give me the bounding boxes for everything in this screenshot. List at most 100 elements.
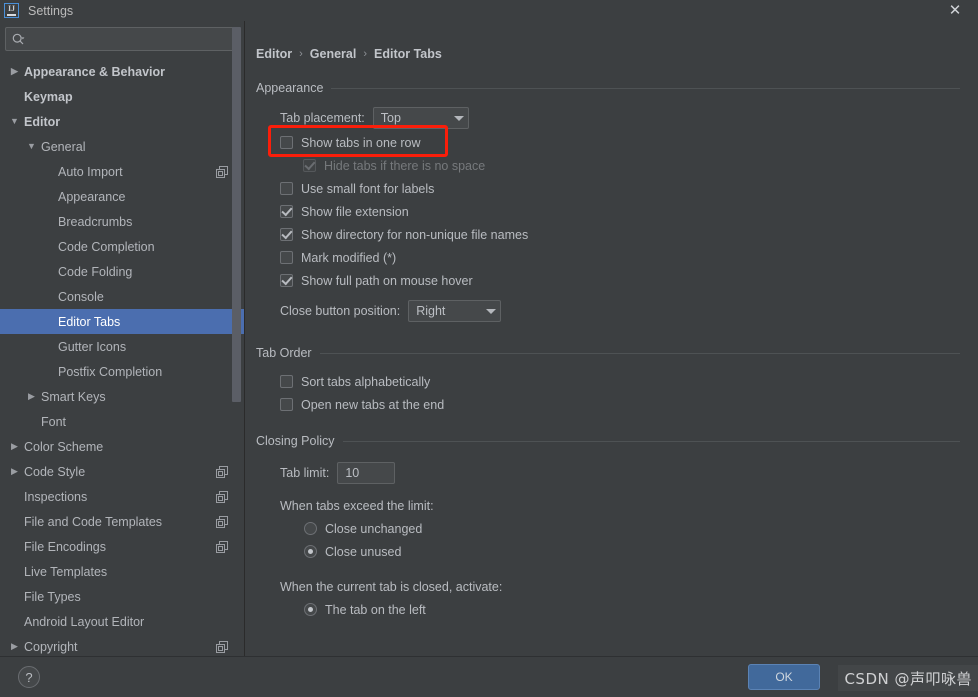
chevron-right-icon[interactable]: ▶ xyxy=(9,466,20,477)
checkbox-mark-modified-label: Mark modified (*) xyxy=(301,250,397,265)
chevron-down-icon[interactable]: ▼ xyxy=(26,141,37,152)
appearance-checkbox-list: Show tabs in one row Hide tabs if there i… xyxy=(256,131,960,292)
checkbox-icon[interactable] xyxy=(280,136,293,149)
checkbox-sort-tabs-alphabetically-row[interactable]: Sort tabs alphabetically xyxy=(280,370,960,393)
radio-icon[interactable] xyxy=(304,603,317,616)
chevron-right-icon[interactable]: ▶ xyxy=(9,641,20,652)
sidebar-item-appearance[interactable]: ▶Appearance xyxy=(0,184,244,209)
intellij-idea-logo-icon: IJ xyxy=(4,3,19,18)
sidebar-item-code-style[interactable]: ▶ Code Style xyxy=(0,459,244,484)
checkbox-mark-modified-row[interactable]: Mark modified (*) xyxy=(280,246,960,269)
watermark: CSDN @声叩咏兽 xyxy=(838,665,978,691)
sidebar-item-breadcrumbs[interactable]: ▶Breadcrumbs xyxy=(0,209,244,234)
radio-the-tab-on-the-left-row[interactable]: The tab on the left xyxy=(304,598,960,621)
dialog-footer: ? OK CSDN @声叩咏兽 xyxy=(0,656,978,697)
sidebar-item-inspections[interactable]: ▶Inspections xyxy=(0,484,244,509)
section-closing-policy-header: Closing Policy xyxy=(256,434,960,448)
chevron-down-icon xyxy=(453,115,464,121)
sidebar-item-code-folding[interactable]: ▶Code Folding xyxy=(0,259,244,284)
exceed-limit-radio-group: Close unchanged Close unused xyxy=(256,517,960,563)
divider xyxy=(331,87,960,89)
sidebar-item-editor-tabs[interactable]: ▶Editor Tabs xyxy=(0,309,244,334)
sidebar-item-file-and-code-templates[interactable]: ▶File and Code Templates xyxy=(0,509,244,534)
sidebar-item-postfix-completion[interactable]: ▶Postfix Completion xyxy=(0,359,244,384)
radio-close-unchanged-row[interactable]: Close unchanged xyxy=(304,517,960,540)
sidebar-scrollbar-thumb[interactable] xyxy=(232,27,241,402)
chevron-down-icon xyxy=(486,308,497,314)
checkbox-show-tabs-in-one-row-row[interactable]: Show tabs in one row xyxy=(280,131,960,154)
settings-content: Editor › General › Editor Tabs Appearance Ta… xyxy=(245,21,978,656)
sidebar-item-auto-import[interactable]: ▶Auto Import xyxy=(0,159,244,184)
tab-limit-input[interactable]: 10 xyxy=(337,462,396,484)
tab-placement-row: Tab placement: Top xyxy=(280,105,960,131)
checkbox-show-full-path-on-mouse-hover-row[interactable]: Show full path on mouse hover xyxy=(280,269,960,292)
search-box[interactable] xyxy=(5,27,239,51)
sidebar-item-label: Gutter Icons xyxy=(58,339,127,354)
radio-close-unused-row[interactable]: Close unused xyxy=(304,540,960,563)
exceed-limit-label-row: When tabs exceed the limit: xyxy=(280,494,960,517)
checkbox-icon[interactable] xyxy=(280,182,293,195)
window-title: Settings xyxy=(28,3,74,18)
breadcrumb-item-editor-tabs[interactable]: Editor Tabs xyxy=(374,47,442,61)
chevron-right-icon[interactable]: ▶ xyxy=(26,391,37,402)
breadcrumb-item-editor[interactable]: Editor xyxy=(256,47,292,61)
help-button[interactable]: ? xyxy=(18,666,40,688)
sidebar-item-copyright[interactable]: ▶ Copyright xyxy=(0,634,244,656)
dialog-body: ▶Appearance & Behavior▶Keymap▼Editor▼Gen… xyxy=(0,21,978,656)
ok-button[interactable]: OK xyxy=(748,664,820,690)
tab-order-checkbox-list: Sort tabs alphabetically Open new tabs at… xyxy=(256,370,960,416)
checkbox-use-small-font-for-labels-row[interactable]: Use small font for labels xyxy=(280,177,960,200)
sidebar-item-label: Smart Keys xyxy=(41,389,106,404)
project-scope-icon xyxy=(216,640,228,653)
settings-sidebar: ▶Appearance & Behavior▶Keymap▼Editor▼Gen… xyxy=(0,21,245,656)
tab-placement-label: Tab placement: xyxy=(280,111,365,125)
search-input[interactable] xyxy=(29,32,232,46)
close-button-position-select[interactable]: Right xyxy=(408,300,502,322)
sidebar-item-label: Font xyxy=(41,414,67,429)
checkbox-show-tabs-in-one-row-label: Show tabs in one row xyxy=(301,135,421,150)
checkbox-icon[interactable] xyxy=(280,274,293,287)
sidebar-scrollbar-track[interactable] xyxy=(232,21,241,656)
checkbox-show-file-extension-row[interactable]: Show file extension xyxy=(280,200,960,223)
sidebar-item-file-types[interactable]: ▶File Types xyxy=(0,584,244,609)
sidebar-item-font[interactable]: ▶Font xyxy=(0,409,244,434)
checkbox-open-new-tabs-at-the-end-row[interactable]: Open new tabs at the end xyxy=(280,393,960,416)
checkbox-show-directory-for-non-unique-file-names-row[interactable]: Show directory for non-unique file names xyxy=(280,223,960,246)
sidebar-item-label: Inspections xyxy=(24,489,88,504)
checkbox-hide-tabs-if-there-is-no-space-row[interactable]: Hide tabs if there is no space xyxy=(303,154,960,177)
close-icon[interactable]: ✕ xyxy=(932,0,978,21)
divider xyxy=(319,352,960,354)
chevron-down-icon[interactable]: ▼ xyxy=(9,116,20,127)
sidebar-item-gutter-icons[interactable]: ▶Gutter Icons xyxy=(0,334,244,359)
tab-limit-label: Tab limit: xyxy=(280,466,330,480)
checkbox-icon[interactable] xyxy=(280,228,293,241)
tab-placement-value: Top xyxy=(380,111,401,125)
sidebar-item-code-completion[interactable]: ▶Code Completion xyxy=(0,234,244,259)
checkbox-icon[interactable] xyxy=(280,205,293,218)
sidebar-item-live-templates[interactable]: ▶Live Templates xyxy=(0,559,244,584)
sidebar-item-editor[interactable]: ▼ Editor xyxy=(0,109,244,134)
checkbox-icon[interactable] xyxy=(280,251,293,264)
search-icon xyxy=(12,33,25,46)
sidebar-item-general[interactable]: ▼ General xyxy=(0,134,244,159)
sidebar-item-console[interactable]: ▶Console xyxy=(0,284,244,309)
section-appearance-title: Appearance xyxy=(256,81,324,95)
section-tab-order-title: Tab Order xyxy=(256,346,312,360)
radio-icon[interactable] xyxy=(304,545,317,558)
sidebar-item-color-scheme[interactable]: ▶ Color Scheme xyxy=(0,434,244,459)
checkbox-icon[interactable] xyxy=(280,375,293,388)
radio-icon[interactable] xyxy=(304,522,317,535)
sidebar-item-keymap[interactable]: ▶Keymap xyxy=(0,84,244,109)
sidebar-item-smart-keys[interactable]: ▶ Smart Keys xyxy=(0,384,244,409)
checkbox-icon[interactable] xyxy=(280,398,293,411)
breadcrumb-item-general[interactable]: General xyxy=(310,47,357,61)
checkbox-open-new-tabs-at-the-end-label: Open new tabs at the end xyxy=(301,397,445,412)
tab-placement-select[interactable]: Top xyxy=(372,107,469,129)
tab-closed-label-row: When the current tab is closed, activate… xyxy=(280,575,960,598)
chevron-right-icon[interactable]: ▶ xyxy=(9,441,20,452)
sidebar-item-label: Appearance xyxy=(58,189,126,204)
sidebar-item-android-layout-editor[interactable]: ▶Android Layout Editor xyxy=(0,609,244,634)
sidebar-item-file-encodings[interactable]: ▶File Encodings xyxy=(0,534,244,559)
sidebar-item-appearance-behavior[interactable]: ▶ Appearance & Behavior xyxy=(0,59,244,84)
chevron-right-icon[interactable]: ▶ xyxy=(9,66,20,77)
